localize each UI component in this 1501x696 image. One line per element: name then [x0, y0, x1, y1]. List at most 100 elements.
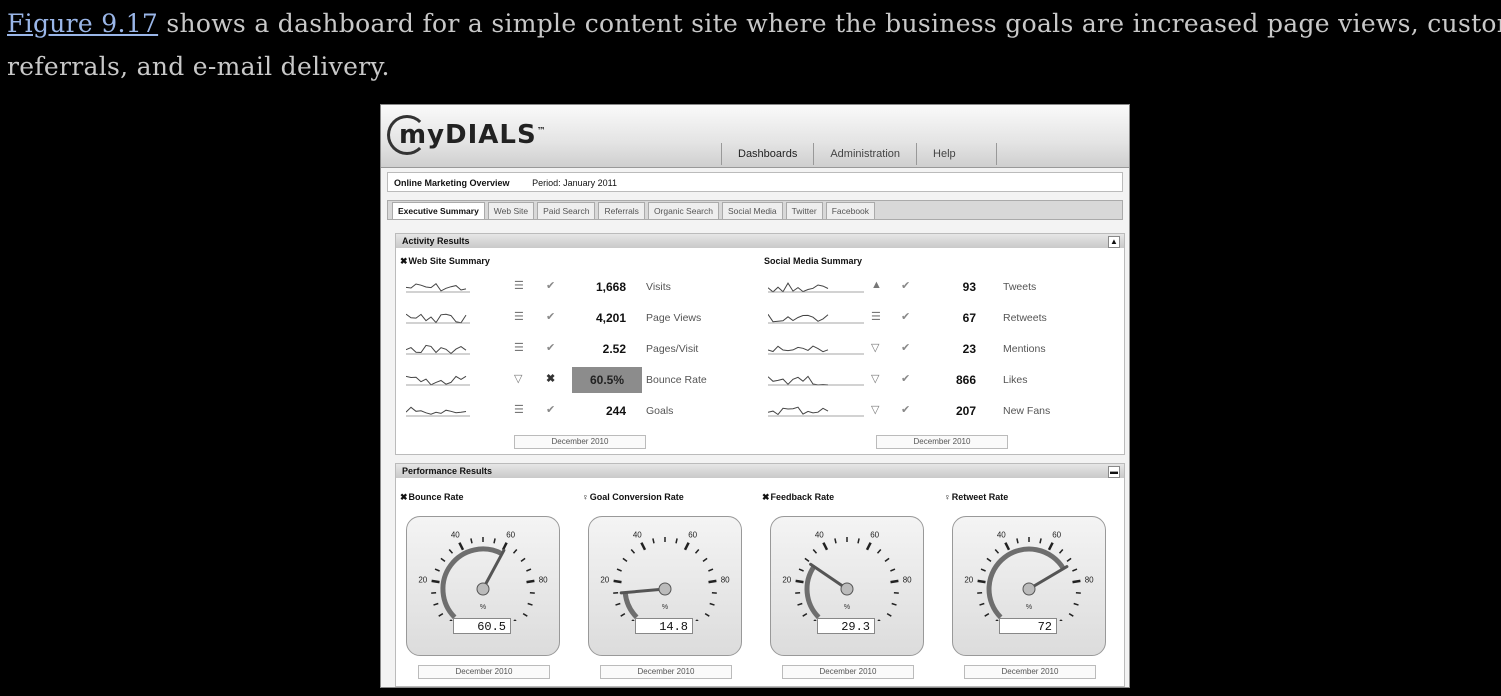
tab-bar: Executive Summary Web Site Paid Search R… [387, 200, 1123, 220]
logo-text: myDIALS™ [399, 120, 547, 150]
gauge-period-selector[interactable]: December 2010 [782, 665, 914, 679]
gauge-tick [640, 542, 647, 551]
trend-icon: ☰ [871, 311, 881, 323]
metric-value: 1,668 [595, 280, 626, 294]
gauge-tick [613, 579, 622, 584]
gauge-tick [683, 542, 690, 551]
metric-value: 866 [955, 373, 976, 387]
metric-row[interactable]: ▽ ✔ 207 New Fans [758, 402, 1098, 422]
check-icon: ✔ [901, 311, 911, 323]
metric-value: 244 [605, 404, 626, 418]
gauge-value-arc [804, 565, 821, 620]
gauge-tick [1059, 619, 1063, 621]
sparkline [405, 309, 470, 330]
trend-icon: ▲ [871, 279, 882, 291]
gauge-tick [1073, 602, 1079, 606]
gauge-tick [438, 612, 444, 617]
nav-dashboards[interactable]: Dashboards [721, 143, 813, 165]
metric-row[interactable]: ☰ ✔ 67 Retweets [758, 309, 1098, 329]
nav-administration[interactable]: Administration [813, 143, 916, 165]
intro-line-2: referrals, and e-mail delivery. [7, 52, 390, 81]
gauge-period-selector[interactable]: December 2010 [964, 665, 1096, 679]
tab-facebook[interactable]: Facebook [825, 202, 876, 219]
gauge-tick [440, 557, 446, 563]
tab-paid-search[interactable]: Paid Search [537, 202, 596, 219]
gauge-tick [501, 542, 508, 551]
gauge-tick-label: 20 [418, 576, 427, 585]
gauge-tick [891, 602, 897, 606]
tab-social-media[interactable]: Social Media [722, 202, 783, 219]
gauge-tick [622, 557, 628, 563]
metric-value: 207 [955, 404, 976, 418]
performance-collapse-button[interactable]: ▬ [1108, 466, 1120, 478]
gauge-tick [708, 579, 717, 584]
performance-panel-header: Performance Results ▬ [396, 464, 1124, 478]
gauge-tick [995, 619, 999, 621]
metric-label: Bounce Rate [646, 374, 707, 386]
gauge-tick [526, 579, 535, 584]
metric-row[interactable]: ☰ ✔ 244 Goals [396, 402, 736, 422]
tab-executive-summary[interactable]: Executive Summary [392, 202, 485, 219]
gauge-tick [1066, 557, 1072, 563]
gauge-dial: 020406080100%72 [952, 516, 1106, 656]
website-period-selector[interactable]: December 2010 [514, 435, 646, 449]
gauge-tick [890, 568, 896, 572]
activity-title: Activity Results [402, 236, 470, 246]
cross-icon: ✖ [400, 256, 408, 266]
gauge-tick [526, 568, 532, 572]
gauge-period-selector[interactable]: December 2010 [418, 665, 550, 679]
gauge-tick [513, 619, 517, 621]
trend-icon: ▽ [871, 404, 880, 416]
metric-label: Likes [1003, 374, 1028, 386]
gauge-tick [433, 602, 439, 606]
activity-collapse-button[interactable]: ▲ [1108, 236, 1120, 248]
gauge-tick [1016, 538, 1019, 544]
gauge-tick [431, 579, 440, 584]
gauge-tick [804, 557, 810, 563]
gauge-tick [884, 557, 890, 563]
tab-organic-search[interactable]: Organic Search [647, 202, 719, 219]
metric-row[interactable]: ▽ ✔ 866 Likes [758, 371, 1098, 391]
gauge-period-selector[interactable]: December 2010 [600, 665, 732, 679]
gauge-tick [886, 612, 892, 617]
app-header: myDIALS™ Dashboards Administration Help [381, 105, 1129, 168]
nav-help[interactable]: Help [916, 143, 997, 165]
gauge-unit: % [662, 604, 668, 611]
metric-value: 4,201 [595, 311, 626, 325]
gauge-needle [619, 587, 667, 595]
gauge-tick [857, 538, 860, 544]
gauge-hub [476, 582, 490, 596]
metric-row[interactable]: ▽ ✖ 60.5% Bounce Rate [396, 367, 736, 393]
tab-twitter[interactable]: Twitter [785, 202, 823, 219]
metric-row[interactable]: ☰ ✔ 4,201 Page Views [396, 309, 736, 329]
tab-referrals[interactable]: Referrals [598, 202, 645, 219]
gauge-tick-label: 60 [688, 531, 697, 540]
gauge-tick [512, 549, 518, 554]
gauge-hub [658, 582, 672, 596]
check-icon: ✔ [546, 342, 556, 354]
indicator-icon: ♀ [944, 492, 951, 502]
metric-label: Visits [646, 281, 671, 293]
gauge-tick [979, 602, 985, 606]
metric-label: Goals [646, 405, 674, 417]
trend-icon: ☰ [514, 404, 524, 416]
gauge-tick-label: 20 [782, 576, 791, 585]
social-period-selector[interactable]: December 2010 [876, 435, 1008, 449]
trend-icon: ☰ [514, 311, 524, 323]
figure-link[interactable]: Figure 9.17 [7, 9, 158, 38]
metric-row[interactable]: ☰ ✔ 1,668 Visits [396, 278, 736, 298]
gauge-unit: % [1026, 604, 1032, 611]
gauge-tick [1072, 568, 1078, 572]
gauge-tick [1047, 542, 1054, 551]
gauge-tick-label: 20 [600, 576, 609, 585]
gauge-tick-label: 80 [903, 576, 912, 585]
gauge-tick [802, 612, 808, 617]
metric-row[interactable]: ☰ ✔ 2.52 Pages/Visit [396, 340, 736, 360]
gauge-tick [527, 602, 533, 606]
metric-row[interactable]: ▲ ✔ 93 Tweets [758, 278, 1098, 298]
tab-web-site[interactable]: Web Site [487, 202, 535, 219]
metric-row[interactable]: ▽ ✔ 23 Mentions [758, 340, 1098, 360]
sparkline [405, 278, 470, 299]
gauge-tick [702, 557, 708, 563]
gauge-tick-label: 60 [870, 531, 879, 540]
